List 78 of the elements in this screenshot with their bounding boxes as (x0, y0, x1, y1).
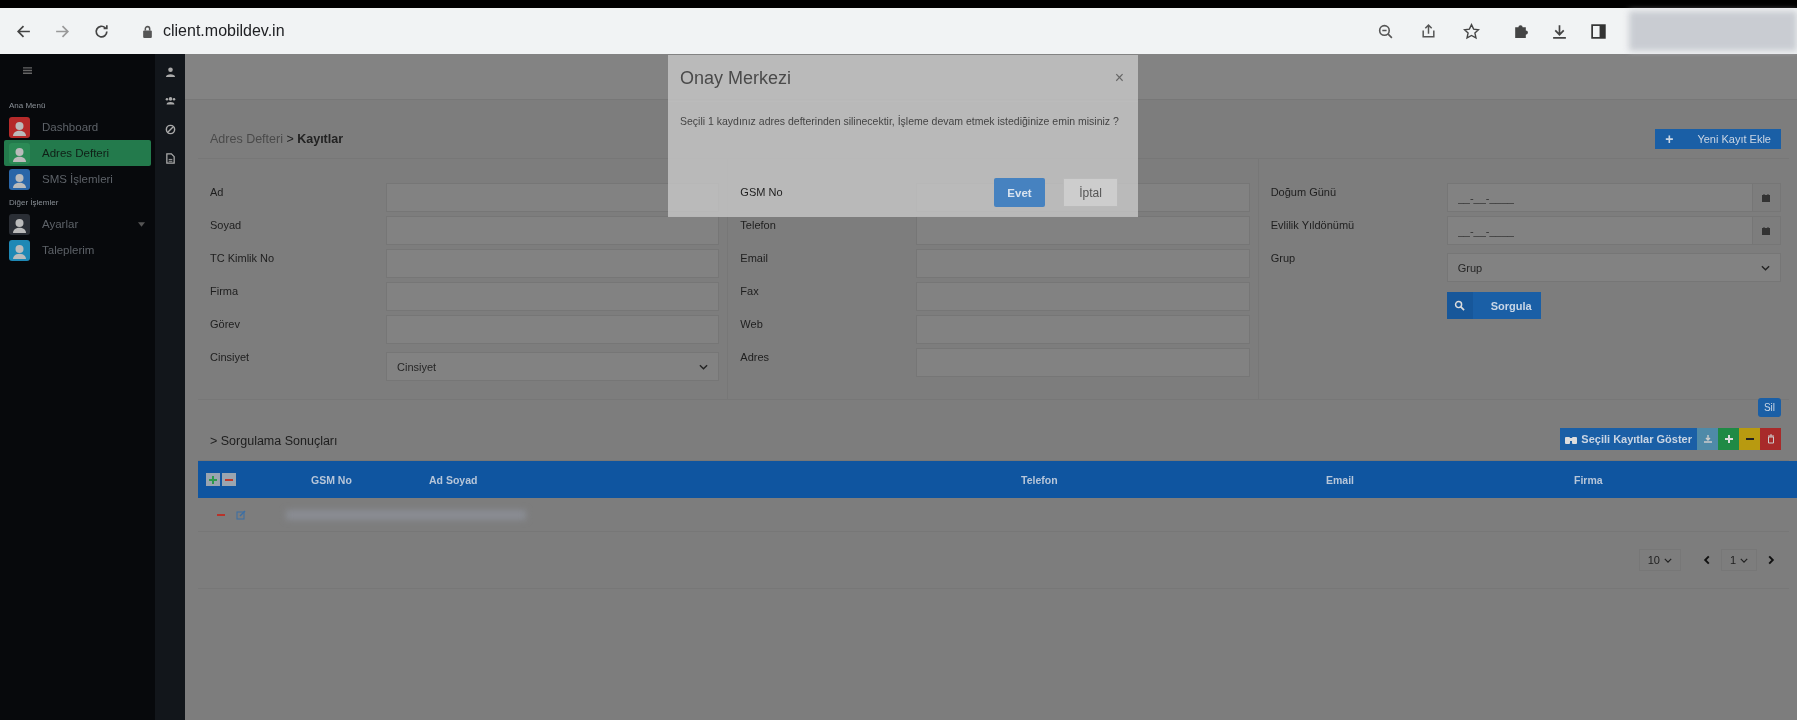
download-button[interactable] (1697, 428, 1718, 450)
user-icon[interactable] (164, 66, 176, 77)
column-header[interactable]: GSM No (311, 473, 429, 486)
page-select[interactable]: 1 (1720, 549, 1757, 571)
users-icon[interactable] (164, 95, 176, 106)
minus-button[interactable] (1739, 428, 1760, 450)
download-icon[interactable] (1550, 22, 1568, 40)
sidebar-item[interactable]: Ayarlar (0, 211, 151, 237)
search-icon (1454, 300, 1466, 311)
calendar-icon (1761, 225, 1772, 236)
close-button[interactable]: × (1114, 69, 1124, 87)
select-field[interactable]: Cinsiyet (386, 352, 720, 381)
zoom-out-icon[interactable] (1376, 22, 1394, 40)
cancel-button[interactable]: İptal (1063, 178, 1118, 207)
date-field[interactable]: __-__-____ (1446, 183, 1753, 212)
share-icon[interactable] (1419, 22, 1437, 40)
dialog-title: Onay Merkezi (680, 67, 792, 89)
select-field[interactable]: Grup (1446, 253, 1781, 282)
binoculars-icon (1565, 434, 1578, 444)
plus-icon (1723, 434, 1734, 444)
section-heading: Ana Menü (8, 100, 47, 112)
sidebar-item[interactable]: Adres Defteri (4, 140, 151, 166)
trash-button[interactable] (1760, 428, 1781, 450)
date-field[interactable]: __-__-____ (1446, 216, 1753, 245)
download-icon (1702, 434, 1713, 444)
reload-icon[interactable] (93, 22, 110, 40)
add-record-button[interactable]: + Yeni Kayıt Ekle (1655, 129, 1781, 149)
field-label: GSM No (740, 185, 784, 198)
plus-icon (209, 475, 217, 484)
section-title[interactable]: > Sorgulama Sonuçları (210, 434, 338, 450)
menu-icon[interactable] (22, 66, 33, 75)
tooltip: Sil (1757, 398, 1781, 417)
document-icon[interactable] (164, 153, 176, 164)
field-label: Görev (210, 317, 241, 330)
field-label: Telefon (740, 218, 777, 231)
field-label: Grup (1270, 251, 1297, 264)
lock-icon (142, 24, 153, 38)
search-button[interactable]: Sorgula (1446, 292, 1541, 319)
column-header[interactable]: Ad Soyad (429, 473, 1021, 486)
plus-button[interactable] (1718, 428, 1739, 450)
chevron-down-icon (1740, 557, 1748, 563)
field-label: Cinsiyet (210, 350, 251, 363)
field-label: Adres (740, 350, 771, 363)
page-size-select[interactable]: 10 (1638, 549, 1681, 571)
field-label: Web (740, 317, 764, 330)
sidebar-item[interactable]: SMS İşlemleri (0, 166, 151, 192)
sidebar-item[interactable]: Dashboard (0, 114, 151, 140)
column-header[interactable]: Telefon (1021, 473, 1326, 486)
sidebar-item[interactable]: Taleplerim (0, 237, 151, 263)
caret-icon (138, 221, 145, 227)
chevron-down-icon (1663, 557, 1672, 563)
calendar-icon (1761, 192, 1772, 203)
field-label: Fax (740, 284, 760, 297)
url-text: client.mobildev.in (163, 22, 285, 40)
calendar-button[interactable] (1753, 216, 1781, 245)
dialog-message: Seçili 1 kaydınız adres defterinden silinecektir, İşleme devam etmek istediğinize emin misiniz ? (679, 114, 1120, 129)
field-label: Email (740, 251, 769, 264)
trash-icon (1765, 434, 1776, 444)
column-header[interactable]: Firma (1574, 473, 1603, 486)
field-label: TC Kimlik No (210, 251, 276, 264)
field-label: Firma (210, 284, 240, 297)
side-panel-icon[interactable] (1589, 22, 1607, 40)
field-label: Soyad (210, 218, 243, 231)
chevron-down-icon (1761, 264, 1770, 271)
input-field[interactable] (386, 216, 720, 245)
field-label: Doğum Günü (1270, 185, 1338, 198)
calendar-button[interactable] (1753, 183, 1781, 212)
chevron-down-icon (699, 363, 709, 370)
column-header[interactable]: Email (1326, 473, 1574, 486)
field-label: Evlilik Yıldönümü (1270, 218, 1356, 231)
section-heading: Diğer İşlemler (8, 197, 60, 209)
show-selected-button[interactable]: Seçili Kayıtlar Göster (1560, 428, 1697, 450)
ban-icon[interactable] (164, 124, 176, 135)
confirm-button[interactable]: Evet (994, 178, 1045, 207)
collapse-all-button[interactable] (222, 473, 236, 486)
input-field[interactable] (916, 216, 1250, 245)
field-label: Ad (210, 185, 225, 198)
star-icon[interactable] (1462, 22, 1480, 40)
